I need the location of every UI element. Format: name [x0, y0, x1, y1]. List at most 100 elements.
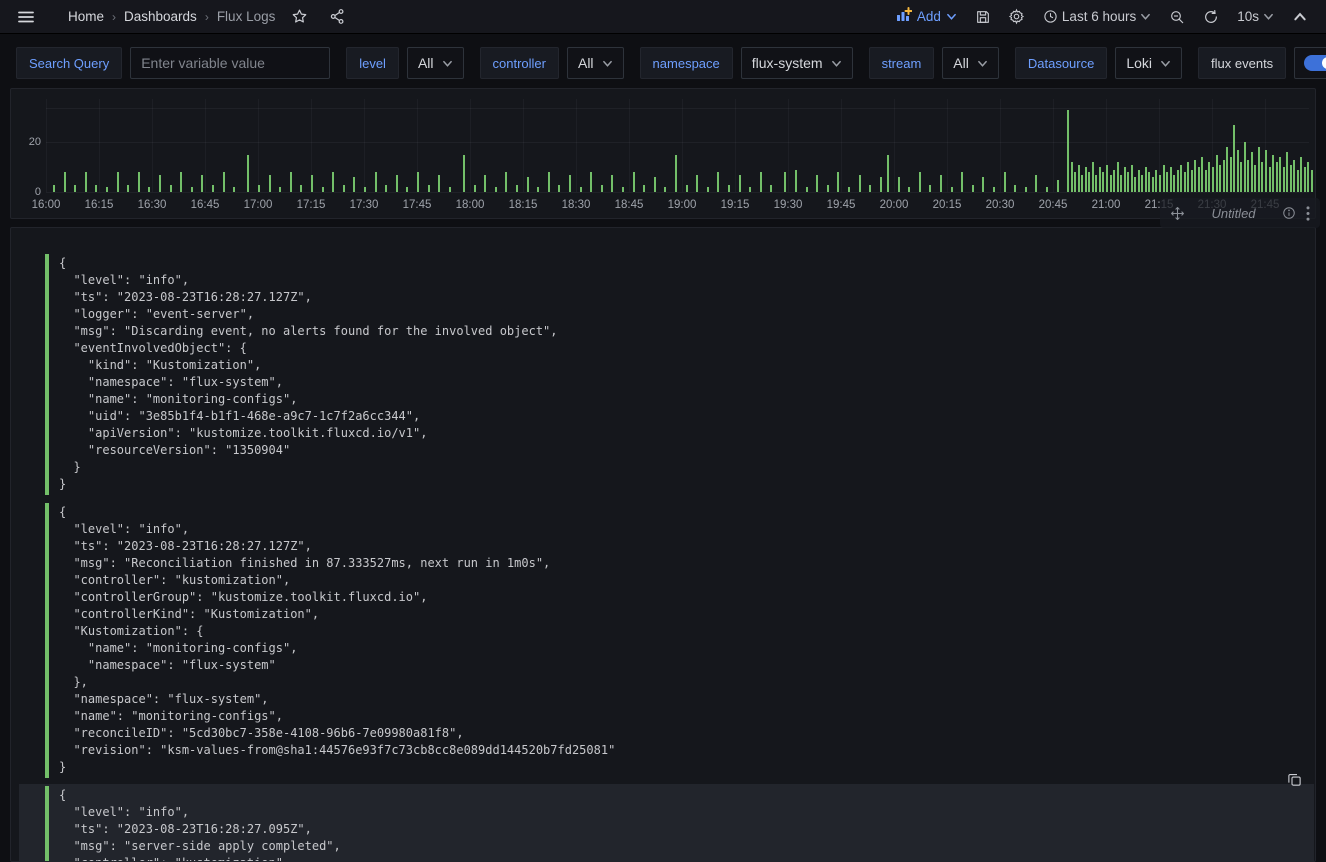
log-volume-bar [869, 185, 871, 193]
chevron-down-icon [977, 58, 988, 69]
variable-value-dropdown[interactable]: All [942, 47, 999, 79]
y-axis-tick-label: 20 [17, 136, 41, 148]
info-icon[interactable] [1282, 206, 1296, 220]
chart-gridline [258, 99, 259, 192]
log-volume-bar [940, 175, 942, 193]
breadcrumb-item-dashboards[interactable]: Dashboards [124, 9, 197, 24]
add-button[interactable]: Add [890, 3, 963, 31]
log-level-indicator [45, 503, 49, 778]
x-axis-tick-label: 17:00 [236, 199, 280, 211]
log-volume-bar [1145, 167, 1147, 192]
x-axis-tick-label: 17:45 [395, 199, 439, 211]
x-axis-tick-label: 16:15 [77, 199, 121, 211]
log-volume-bar [898, 177, 900, 192]
log-volume-bar [1067, 110, 1069, 193]
log-volume-bar [1233, 125, 1235, 193]
log-volume-bar [1106, 165, 1108, 193]
copy-log-icon[interactable] [1281, 766, 1307, 792]
log-entry-row[interactable]: { "level": "info", "ts": "2023-08-23T16:… [19, 784, 1314, 862]
chart-gridline [894, 99, 895, 192]
flux-events-toggle[interactable] [1294, 47, 1326, 79]
chart-gridline [523, 99, 524, 192]
y-axis-tick-label: 0 [17, 186, 41, 198]
panel-menu-icon[interactable] [1306, 206, 1310, 221]
log-volume-bar [1293, 160, 1295, 193]
log-volume-bar [1180, 165, 1182, 193]
log-volume-bar [463, 155, 465, 193]
log-volume-bar [53, 185, 55, 193]
time-range-picker[interactable]: Last 6 hours [1037, 3, 1157, 31]
save-dashboard-icon[interactable] [969, 3, 997, 31]
search-query-input[interactable] [130, 47, 330, 79]
chevron-down-icon [1263, 11, 1274, 22]
variable-selected-value: flux-system [752, 55, 823, 71]
log-entry-row[interactable]: { "level": "info", "ts": "2023-08-23T16:… [19, 252, 1314, 497]
chevron-down-icon [1160, 58, 1171, 69]
refresh-interval-picker[interactable]: 10s [1231, 3, 1280, 31]
share-icon[interactable] [323, 3, 351, 31]
x-axis-tick-label: 18:45 [607, 199, 651, 211]
log-volume-bar [1290, 165, 1292, 193]
collapse-topnav-icon[interactable] [1286, 3, 1314, 31]
log-volume-bar [1184, 172, 1186, 192]
log-volume-bar [1170, 167, 1172, 192]
dashboard-settings-icon[interactable] [1003, 3, 1031, 31]
chevron-down-icon [831, 58, 842, 69]
log-volume-bar [201, 175, 203, 193]
chevron-down-icon [442, 58, 453, 69]
log-volume-bar [516, 185, 518, 193]
refresh-dashboard-icon[interactable] [1197, 3, 1225, 31]
log-entry-row[interactable]: { "level": "info", "ts": "2023-08-23T16:… [19, 501, 1314, 780]
x-axis-tick-label: 19:00 [660, 199, 704, 211]
log-volume-bar [816, 175, 818, 193]
log-volume-bar [1117, 162, 1119, 192]
panel-title[interactable]: Untitled [1195, 206, 1272, 221]
log-volume-bar [1025, 187, 1027, 192]
log-volume-bar [1078, 165, 1080, 193]
log-volume-bar [527, 177, 529, 192]
log-volume-bar [537, 187, 539, 192]
log-volume-bar [1155, 170, 1157, 193]
log-volume-bar [1240, 162, 1242, 192]
log-volume-bar [353, 177, 355, 192]
zoom-out-time-icon[interactable] [1163, 3, 1191, 31]
chart-gridline [735, 99, 736, 192]
hamburger-menu-icon[interactable] [12, 3, 40, 31]
log-volume-bar [1230, 157, 1232, 192]
log-volume-bar [1311, 170, 1313, 193]
x-axis-tick-label: 21:00 [1084, 199, 1128, 211]
log-volume-bar [837, 172, 839, 192]
refresh-interval-label: 10s [1237, 9, 1259, 24]
variable-value-dropdown[interactable]: flux-system [741, 47, 853, 79]
variable-value-dropdown[interactable]: All [407, 47, 464, 79]
log-volume-chart-panel[interactable]: 16:0016:1516:3016:4517:0017:1517:3017:45… [10, 88, 1316, 219]
log-volume-bar [95, 185, 97, 193]
log-volume-bar [1272, 155, 1274, 193]
breadcrumb-separator-icon: › [205, 10, 209, 24]
clock-icon [1043, 9, 1058, 24]
log-volume-bar [611, 175, 613, 193]
variable-value-dropdown[interactable]: All [567, 47, 624, 79]
variable-namespace: namespaceflux-system [640, 47, 853, 79]
variable-value-dropdown[interactable]: Loki [1115, 47, 1182, 79]
move-panel-icon[interactable] [1170, 206, 1185, 221]
log-volume-bar [484, 175, 486, 193]
log-volume-bar [1191, 170, 1193, 193]
log-volume-bar [74, 185, 76, 193]
breadcrumb-item-home[interactable]: Home [68, 9, 104, 24]
log-volume-bar [247, 155, 249, 193]
variable-selected-value: All [418, 55, 434, 71]
chart-gridline [629, 99, 630, 192]
log-entry-json: { "level": "info", "ts": "2023-08-23T16:… [59, 787, 1314, 862]
log-level-indicator [45, 786, 49, 862]
log-volume-bar [1254, 165, 1256, 193]
log-volume-bar [1307, 162, 1309, 192]
star-icon[interactable] [285, 3, 313, 31]
x-axis-tick-label: 17:30 [342, 199, 386, 211]
log-volume-bar [1244, 142, 1246, 192]
log-volume-bar [300, 185, 302, 193]
variable-label: level [346, 47, 399, 79]
chart-gridline [152, 99, 153, 192]
logs-panel: { "level": "info", "ts": "2023-08-23T16:… [10, 227, 1316, 862]
add-button-label: Add [917, 9, 941, 24]
